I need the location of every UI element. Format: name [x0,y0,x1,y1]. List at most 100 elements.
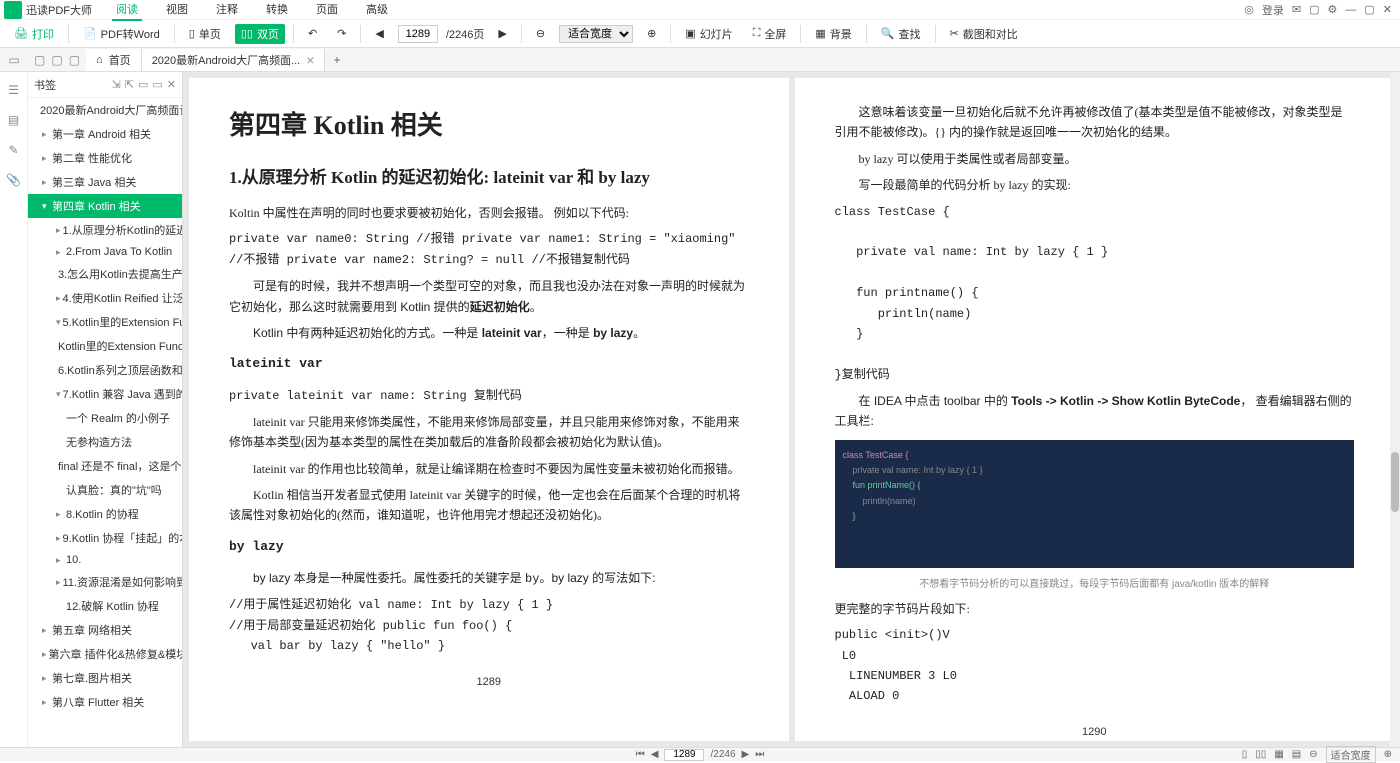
comments-icon[interactable]: ✎ [6,142,22,158]
tool-icon[interactable]: ▢ [34,53,45,67]
last-page-button[interactable]: ⏭ [755,749,764,760]
sort-icon[interactable]: ▭ [138,78,148,91]
outline-item[interactable]: 3.怎么用Kotlin去提高生产力... [28,262,182,286]
background-button[interactable]: ▦背景 [809,24,857,44]
attachments-icon[interactable]: 📎 [6,172,22,188]
outline-item[interactable]: ▸第三章 Java 相关 [28,170,182,194]
outline-item[interactable]: ▾7.Kotlin 兼容 Java 遇到的最... [28,382,182,406]
tool-icon[interactable]: ▢ [51,53,62,67]
outline-item[interactable]: ▸第二章 性能优化 [28,146,182,170]
menu-tab-1[interactable]: 视图 [162,0,192,21]
outline-item[interactable]: ▾第四章 Kotlin 相关 [28,194,182,218]
view-mode-icon[interactable]: ▯▯ [1255,749,1266,760]
scroll-thumb[interactable] [1391,452,1399,512]
add-tab-button[interactable]: + [325,53,348,67]
fullscreen-button[interactable]: ⛶全屏 [747,24,793,44]
outline-item[interactable]: ▸11.资源混淆是如何影响到Kotl... [28,570,182,594]
slides-button[interactable]: ▣幻灯片 [679,24,738,44]
fit-select[interactable]: 适合宽度 [559,25,633,43]
prev-page-button[interactable]: ◀ [369,25,389,42]
outline-item[interactable]: ▸第一章 Android 相关 [28,122,182,146]
outline-label: 12.破解 Kotlin 协程 [66,598,159,614]
caret-icon: ▸ [42,697,50,708]
outline-item[interactable]: 12.破解 Kotlin 协程 [28,594,182,618]
double-page-button[interactable]: ▯▯双页 [235,24,285,44]
view-mode-icon[interactable]: ▦ [1274,749,1283,760]
menu-tab-2[interactable]: 注释 [212,0,242,21]
phone-icon[interactable]: ▢ [1309,3,1319,16]
find-button[interactable]: 🔍查找 [875,24,927,44]
screenshot-button[interactable]: ✂截图和对比 [944,24,1024,44]
tool-icon[interactable]: ▢ [69,53,80,67]
zoom-in-button[interactable]: ⊕ [641,25,662,42]
titlebar: 迅读PDF大师 阅读视图注释转换页面高级 ◎ 登录 ✉ ▢ ⚙ — ▢ ✕ [0,0,1400,20]
home-tab[interactable]: ⌂ 首页 [86,49,142,71]
code-block: class TestCase { private val name: Int b… [835,202,1355,386]
document-tab[interactable]: 2020最新Android大厂高频面... × [142,49,326,71]
first-page-button[interactable]: ⏮ [636,749,645,760]
outline-item[interactable]: ▸8.Kotlin 的协程 [28,502,182,526]
outline-item[interactable]: 6.Kotlin系列之顶层函数和属性 [28,358,182,382]
sort-icon[interactable]: ▭ [152,78,162,91]
caret-icon: ▸ [42,129,50,140]
scrollbar[interactable] [1390,72,1400,747]
expand-icon[interactable]: ⇲ [112,78,121,91]
outline-item[interactable]: 2020最新Android大厂高频面试... [28,98,182,122]
minimize-icon[interactable]: — [1345,4,1356,16]
caret-icon: ▸ [42,625,50,636]
view-mode-icon[interactable]: ▯ [1242,749,1248,760]
outline-item[interactable]: ▸第五章 网络相关 [28,618,182,642]
outline-item[interactable]: 认真脸：真的"坑"吗 [28,478,182,502]
zoom-out-button[interactable]: ⊖ [1309,749,1317,760]
outline-item[interactable]: ▸1.从原理分析Kotlin的延迟初... [28,218,182,242]
prev-page-button[interactable]: ◀ [651,749,659,760]
outline-item[interactable]: ▸2.From Java To Kotlin [28,242,182,262]
rotate-right-button[interactable]: ↷ [331,25,352,42]
outline-label: 认真脸：真的"坑"吗 [66,482,162,498]
outline-item[interactable]: ▸4.使用Kotlin Reified 让泛型... [28,286,182,310]
login-link[interactable]: 登录 [1262,2,1284,18]
gear-icon[interactable]: ⚙ [1328,3,1338,16]
rotate-left-button[interactable]: ↶ [302,25,323,42]
print-button[interactable]: 🖨打印 [8,24,60,44]
outline-item[interactable]: ▸第六章 插件化&热修复&模块化... [28,642,182,666]
collapse-icon[interactable]: ⇱ [125,78,134,91]
menu-tab-0[interactable]: 阅读 [112,0,142,21]
zoom-out-button[interactable]: ⊖ [530,25,551,42]
view-mode-icon[interactable]: ▤ [1292,749,1301,760]
menu-tab-5[interactable]: 高级 [362,0,392,21]
code-block: private lateinit var name: String 复制代码 [229,386,749,406]
close-icon[interactable]: ✕ [1383,3,1392,16]
outline-item[interactable]: ▸9.Kotlin 协程「挂起」的本质 [28,526,182,550]
menu-tab-3[interactable]: 转换 [262,0,292,21]
bottom-fit[interactable]: 适合宽度 [1326,746,1376,763]
next-page-button[interactable]: ▶ [492,25,512,42]
bookmarks-icon[interactable]: ☰ [6,82,22,98]
zoom-in-button[interactable]: ⊕ [1384,749,1392,760]
outline-item[interactable]: ▾5.Kotlin里的Extension Functi... [28,310,182,334]
pdf-to-word-button[interactable]: 📄PDF转Word [77,24,166,44]
user-icon[interactable]: ◎ [1244,3,1254,16]
caret-icon: ▸ [42,673,50,684]
paragraph: lateinit var 的作用也比较简单，就是让编译期在检查时不要因为属性变量… [229,459,749,479]
msg-icon[interactable]: ✉ [1292,3,1301,16]
close-tab-icon[interactable]: × [306,52,314,68]
tab-icon[interactable]: ▭ [8,53,19,67]
outline-item[interactable]: ▸第七章.图片相关 [28,666,182,690]
maximize-icon[interactable]: ▢ [1364,3,1374,16]
separator [670,25,671,43]
caret-icon: ▸ [56,577,61,588]
next-page-button[interactable]: ▶ [742,749,750,760]
single-page-button[interactable]: ▯单页 [183,24,227,44]
outline-item[interactable]: 一个 Realm 的小例子 [28,406,182,430]
menu-tab-4[interactable]: 页面 [312,0,342,21]
outline-item[interactable]: Kotlin里的Extension Functi... [28,334,182,358]
close-sidebar-icon[interactable]: ✕ [167,78,176,91]
outline-item[interactable]: ▸第八章 Flutter 相关 [28,690,182,714]
outline-item[interactable]: 无参构造方法 [28,430,182,454]
outline-item[interactable]: ▸10. [28,550,182,570]
page-input[interactable] [398,25,438,43]
outline-item[interactable]: final 还是不 final，这是个问... [28,454,182,478]
bottom-page-input[interactable] [664,749,704,761]
pages-icon[interactable]: ▤ [6,112,22,128]
